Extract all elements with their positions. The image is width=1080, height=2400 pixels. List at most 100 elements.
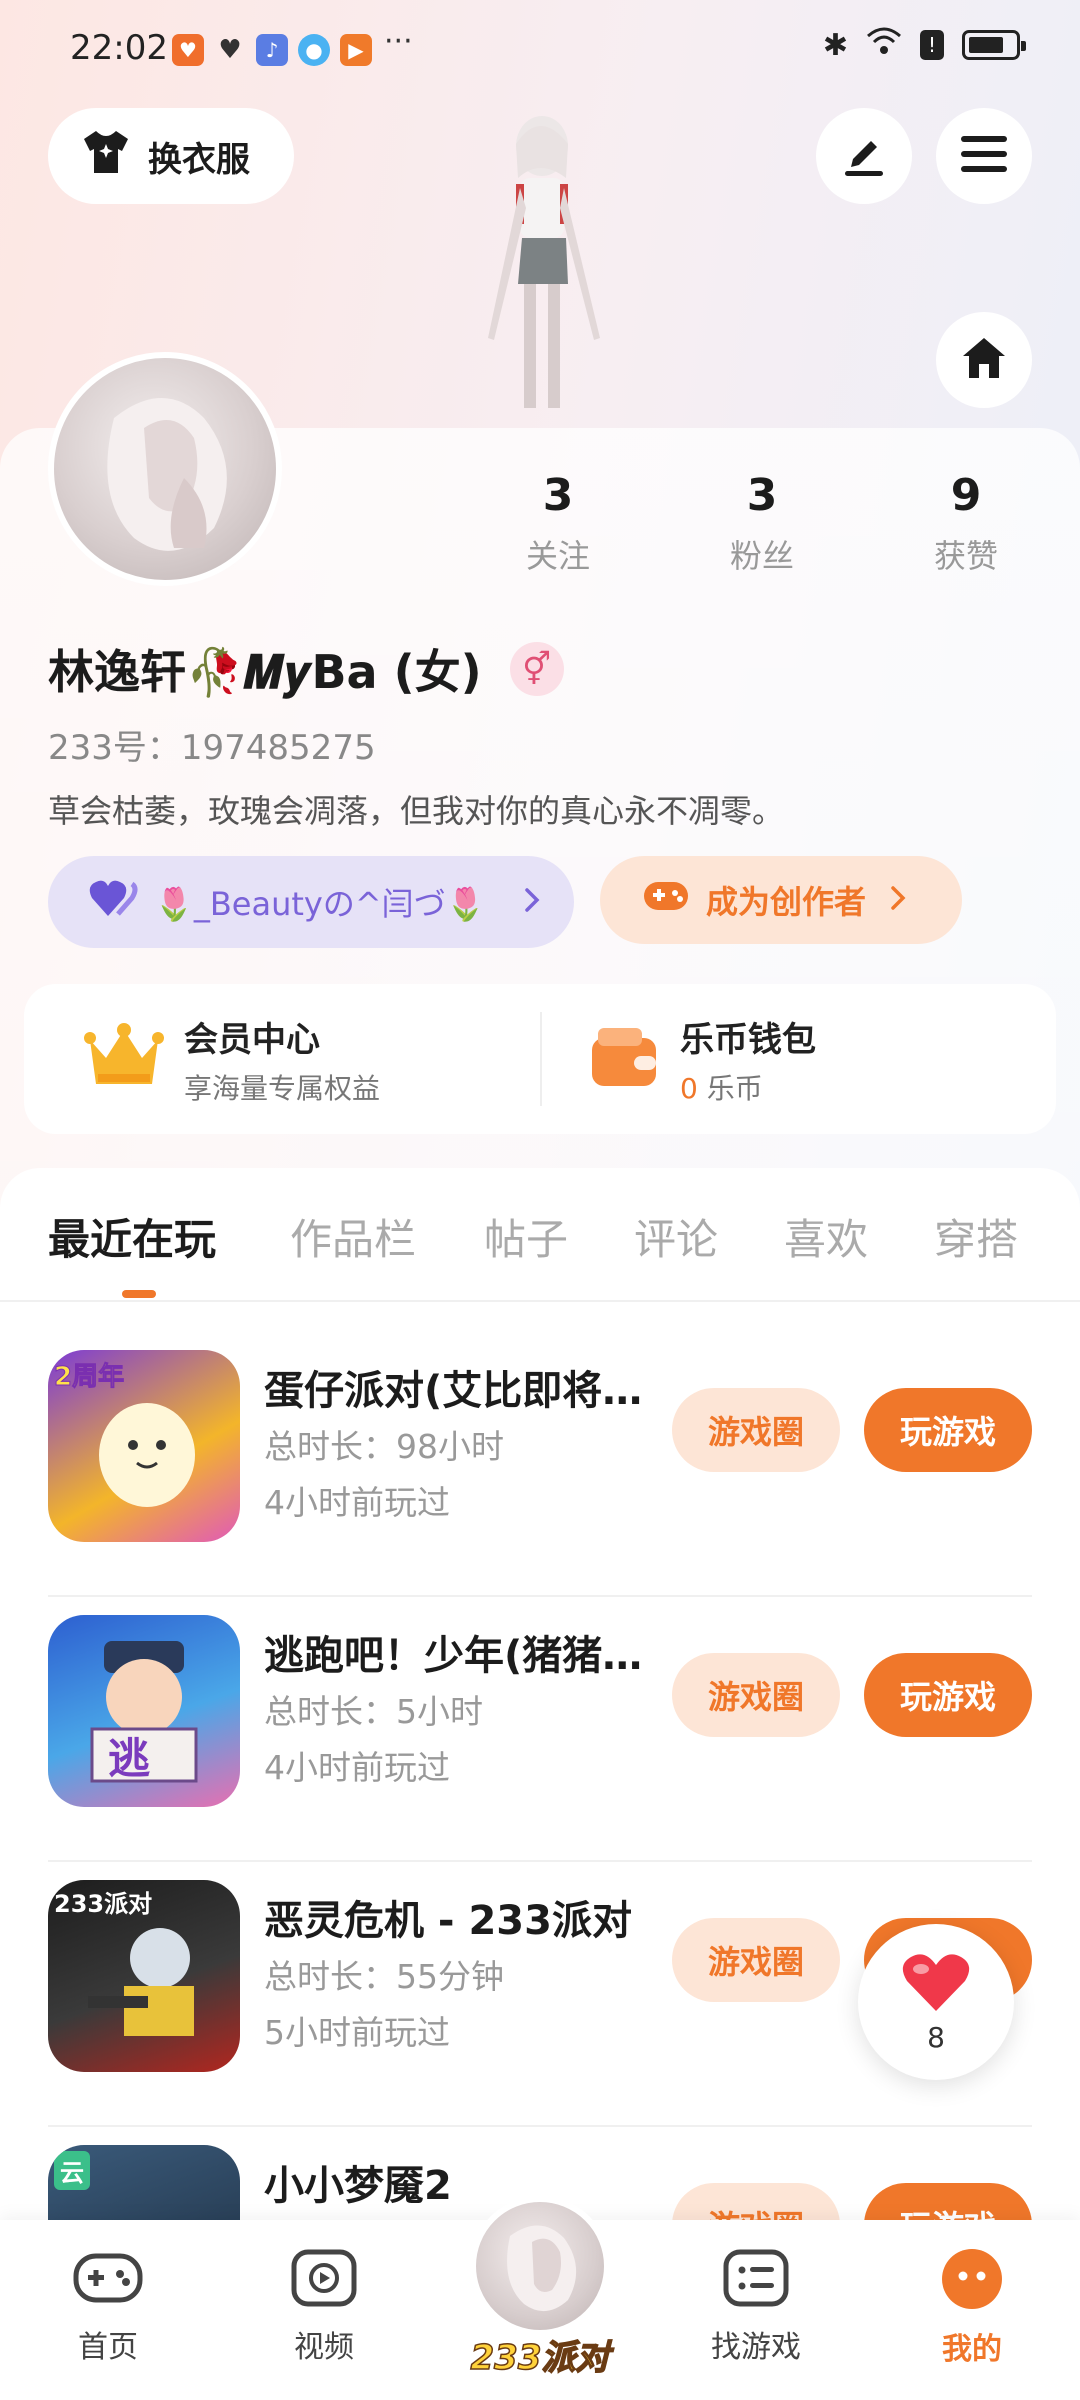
- nav-find-games[interactable]: 找游戏: [696, 2248, 816, 2366]
- card-divider: [540, 1012, 542, 1106]
- play-game-button[interactable]: 玩游戏: [864, 1388, 1032, 1472]
- status-bar: 22:02 ♥ ♥ ♪ ● ▶ ··· ✱ !: [0, 0, 1080, 100]
- game-circle-button[interactable]: 游戏圈: [672, 1653, 840, 1737]
- tab-divider: [0, 1300, 1080, 1302]
- wallet-balance: 0: [680, 1071, 698, 1105]
- tshirt-icon: [80, 129, 132, 184]
- game-row[interactable]: 2周年 蛋仔派对(艾比即将… 总时长：98小时 4小时前玩过 游戏圈 玩游戏: [0, 1332, 1080, 1597]
- chevron-right-icon: [890, 881, 906, 919]
- following-stat[interactable]: 3 关注: [488, 470, 628, 577]
- home-button[interactable]: [936, 312, 1032, 408]
- game-duration: 总时长：55分钟: [264, 1957, 504, 1996]
- nav-video-label: 视频: [294, 2330, 354, 2365]
- nav-home[interactable]: 首页: [48, 2248, 168, 2366]
- become-creator-button[interactable]: 成为创作者: [600, 856, 962, 944]
- game-circle-button[interactable]: 游戏圈: [672, 1388, 840, 1472]
- floating-like-button[interactable]: 8: [858, 1924, 1014, 2080]
- menu-button[interactable]: [936, 108, 1032, 204]
- active-tab-indicator: [122, 1290, 156, 1298]
- nav-me-label: 我的: [942, 2332, 1002, 2367]
- like-count: 8: [927, 2020, 945, 2054]
- app-notification-icon: ●: [298, 34, 330, 66]
- chevron-right-icon: [524, 883, 540, 921]
- following-label: 关注: [525, 537, 590, 575]
- profile-avatar[interactable]: [48, 352, 282, 586]
- wallet-unit: 乐币: [706, 1071, 763, 1105]
- music-icon: ♪: [256, 34, 288, 66]
- wallet-title: 乐币钱包: [680, 1019, 816, 1060]
- game-name: 逃跑吧！少年(猪猪…: [264, 1633, 643, 1679]
- nav-party-label: 233派对: [470, 2337, 610, 2379]
- game-name: 恶灵危机 - 233派对: [264, 1898, 632, 1944]
- tab-comments[interactable]: 评论: [634, 1206, 718, 1267]
- tab-likes[interactable]: 喜欢: [784, 1206, 868, 1267]
- edit-profile-button[interactable]: [816, 108, 912, 204]
- game-duration: 总时长：98小时: [264, 1427, 504, 1466]
- nav-find-games-label: 找游戏: [711, 2330, 801, 2365]
- wallet-entry[interactable]: 乐币钱包 0 乐币: [588, 984, 816, 1134]
- member-center-subtitle: 享海量专属权益: [184, 1071, 381, 1105]
- tab-posts[interactable]: 帖子: [484, 1206, 568, 1267]
- followers-count: 3: [746, 470, 778, 521]
- change-outfit-button[interactable]: 换衣服: [48, 108, 294, 204]
- game-icon-run-boy: 逃: [48, 1615, 240, 1807]
- nav-video[interactable]: 视频: [264, 2248, 384, 2366]
- game-icon-badge: 2周年: [53, 1362, 125, 1393]
- change-outfit-label: 换衣服: [148, 139, 250, 180]
- tab-works[interactable]: 作品栏: [290, 1206, 416, 1267]
- app-notification-icon: ♥: [172, 34, 204, 66]
- edit-icon: [839, 129, 889, 183]
- guild-badge-button[interactable]: 🌷_Beautyの^闫づ🌷: [48, 856, 574, 948]
- alert-icon: !: [920, 30, 944, 60]
- gender-icon: ⚥: [509, 642, 564, 696]
- health-icon: ♥: [218, 35, 242, 65]
- likes-stat[interactable]: 9 获赞: [896, 470, 1036, 577]
- user-id[interactable]: 233号：197485275: [48, 720, 376, 769]
- menu-icon: [961, 134, 1007, 178]
- likes-count: 9: [950, 470, 982, 521]
- game-icon-badge: 233派对: [54, 1890, 153, 1918]
- guild-heart-icon: [88, 878, 138, 926]
- game-icon-evil-crisis: 233派对: [48, 1880, 240, 2072]
- nav-party-avatar-button[interactable]: [470, 2196, 610, 2336]
- profile-face-icon: [938, 2248, 1006, 2318]
- game-icon-eggy-party: 2周年: [48, 1350, 240, 1542]
- list-icon: [720, 2248, 792, 2316]
- wifi-icon: [866, 26, 902, 64]
- profile-nickname-row: 林逸轩🥀𝑴𝒚Ba (女) ⚥: [48, 636, 564, 702]
- game-duration: 总时长：5小时: [264, 1692, 483, 1731]
- cloud-game-badge: 云: [54, 2151, 90, 2190]
- wallet-icon: [588, 1024, 660, 1094]
- more-notifications-icon: ···: [384, 24, 413, 59]
- gamepad-icon: [72, 2248, 144, 2316]
- guild-name: 🌷_Beautyの^闫づ🌷: [154, 885, 486, 923]
- nav-home-label: 首页: [78, 2330, 138, 2365]
- member-center-entry[interactable]: 会员中心 享海量专属权益: [84, 984, 380, 1134]
- following-count: 3: [542, 470, 574, 521]
- profile-nickname: 林逸轩🥀𝑴𝒚Ba (女): [48, 645, 482, 699]
- play-game-button[interactable]: 玩游戏: [864, 1653, 1032, 1737]
- battery-icon: [962, 30, 1026, 60]
- tab-recently-played[interactable]: 最近在玩: [48, 1206, 216, 1267]
- game-last-played: 4小时前玩过: [264, 1483, 450, 1522]
- status-time: 22:02: [70, 28, 168, 68]
- tab-outfits[interactable]: 穿搭: [934, 1206, 1018, 1267]
- bluetooth-icon: ✱: [822, 27, 848, 63]
- likes-label: 获赞: [933, 537, 998, 575]
- play-notification-icon: ▶: [340, 34, 372, 66]
- gamepad-icon: [642, 878, 690, 922]
- game-name: 蛋仔派对(艾比即将…: [264, 1368, 643, 1414]
- game-row[interactable]: 逃 逃跑吧！少年(猪猪… 总时长：5小时 4小时前玩过 游戏圈 玩游戏: [0, 1597, 1080, 1862]
- avatar-character-figure[interactable]: [440, 108, 640, 428]
- crown-icon: [84, 1022, 164, 1096]
- member-center-title: 会员中心: [184, 1019, 320, 1060]
- followers-label: 粉丝: [729, 537, 794, 575]
- profile-bio: 草会枯萎，玫瑰会凋落，但我对你的真心永不凋零。: [48, 792, 785, 830]
- followers-stat[interactable]: 3 粉丝: [692, 470, 832, 577]
- game-last-played: 5小时前玩过: [264, 2013, 450, 2052]
- heart-icon: [901, 1951, 971, 2017]
- member-wallet-card: 会员中心 享海量专属权益 乐币钱包 0 乐币: [24, 984, 1056, 1134]
- game-last-played: 4小时前玩过: [264, 1748, 450, 1787]
- nav-me[interactable]: 我的: [912, 2248, 1032, 2368]
- game-circle-button[interactable]: 游戏圈: [672, 1918, 840, 2002]
